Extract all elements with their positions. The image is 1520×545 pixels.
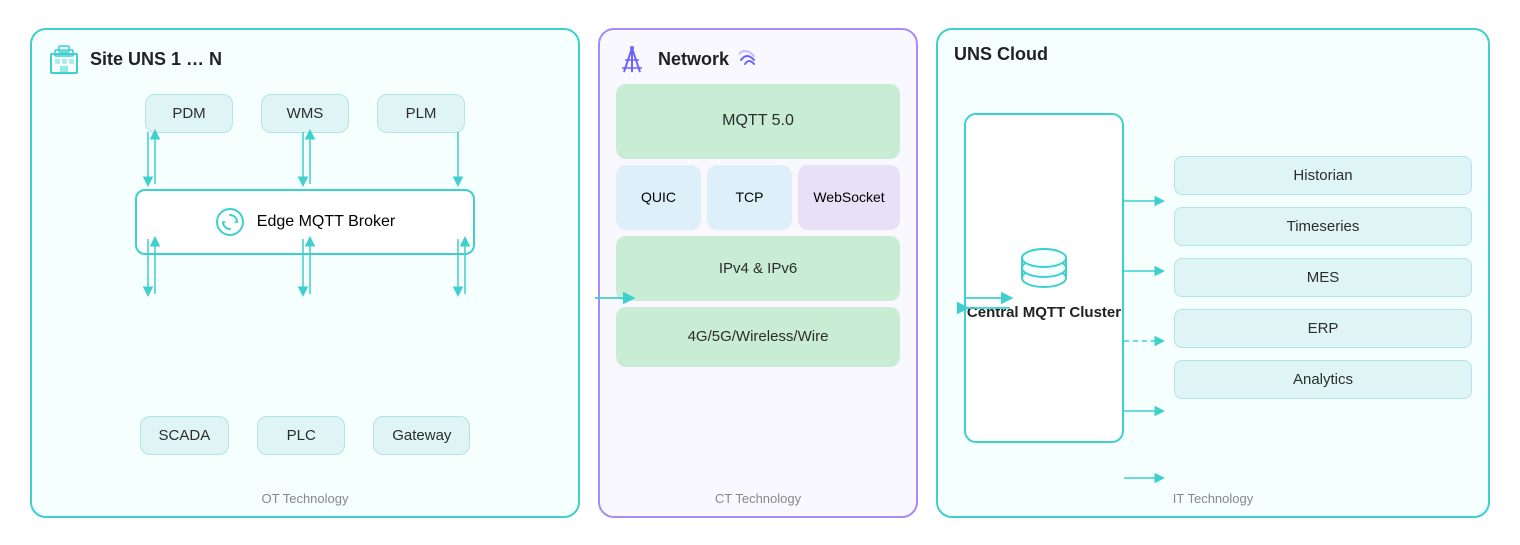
cloud-subtitle: IT Technology <box>954 483 1472 506</box>
cloud-panel-title: UNS Cloud <box>954 44 1048 65</box>
cloud-title-row: UNS Cloud <box>954 44 1472 65</box>
cloud-content: Central MQTT Cluster <box>954 73 1472 483</box>
broker-label: Edge MQTT Broker <box>257 213 395 231</box>
ipv4ipv6-block: IPv4 & IPv6 <box>616 236 900 301</box>
protocols-row: QUIC TCP WebSocket <box>616 165 900 230</box>
mqtt5-block: MQTT 5.0 <box>616 84 900 159</box>
edge-mqtt-broker-box: Edge MQTT Broker <box>135 189 475 255</box>
websocket-block: WebSocket <box>798 165 900 230</box>
wifi-icon <box>739 50 769 70</box>
site-panel-title: Site UNS 1 … N <box>90 49 222 70</box>
cloud-panel: UNS Cloud Central MQTT Cluster <box>936 28 1490 518</box>
quic-block: QUIC <box>616 165 701 230</box>
4g5g-block: 4G/5G/Wireless/Wire <box>616 307 900 367</box>
it-services: Historian Timeseries MES ERP Analytics <box>1144 156 1472 399</box>
timeseries-box: Timeseries <box>1174 207 1472 246</box>
building-icon <box>48 44 80 76</box>
cluster-label: Central MQTT Cluster <box>967 303 1121 323</box>
central-cluster-box: Central MQTT Cluster <box>964 113 1124 443</box>
site-title-row: Site UNS 1 … N <box>48 44 562 76</box>
scada-box: SCADA <box>140 416 230 455</box>
network-content: MQTT 5.0 QUIC TCP WebSocket IPv4 & IPv6 <box>616 84 900 483</box>
plm-box: PLM <box>377 94 465 133</box>
site-panel: Site UNS 1 … N PDM WMS PLM Edge M <box>30 28 580 518</box>
wms-box: WMS <box>261 94 349 133</box>
network-subtitle: CT Technology <box>616 483 900 506</box>
plc-box: PLC <box>257 416 345 455</box>
diagram: Site UNS 1 … N PDM WMS PLM Edge M <box>20 18 1500 528</box>
erp-box: ERP <box>1174 309 1472 348</box>
network-title-row: Network <box>616 44 900 76</box>
mes-box: MES <box>1174 258 1472 297</box>
network-panel: Network MQTT 5.0 QUIC TCP <box>598 28 918 518</box>
tcp-block: TCP <box>707 165 792 230</box>
historian-box: Historian <box>1174 156 1472 195</box>
tower-icon <box>616 44 648 76</box>
mqtt-sync-icon <box>215 207 245 237</box>
gateway-box: Gateway <box>373 416 470 455</box>
network-panel-title: Network <box>658 49 729 70</box>
pdm-box: PDM <box>145 94 233 133</box>
analytics-box: Analytics <box>1174 360 1472 399</box>
site-subtitle: OT Technology <box>48 483 562 506</box>
cluster-icon <box>1014 233 1074 293</box>
